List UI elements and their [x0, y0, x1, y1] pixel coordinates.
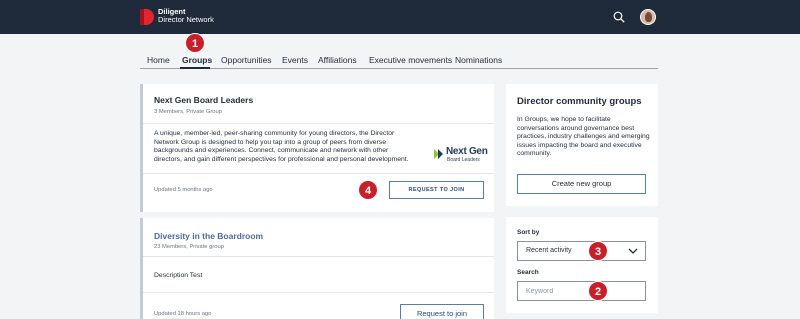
- diligent-logo-icon[interactable]: [140, 9, 154, 25]
- card-divider: [143, 123, 494, 124]
- group-updated: Updated 5 months ago: [154, 187, 213, 193]
- next-gen-logo: Next Gen Board Leaders: [434, 145, 488, 165]
- group-updated: Updated 18 hours ago: [154, 311, 212, 317]
- card-divider: [143, 256, 494, 257]
- tab-nominations[interactable]: Nominations: [455, 55, 502, 65]
- callout-badge-2: 2: [588, 281, 608, 301]
- callout-badge-1: 1: [185, 33, 205, 53]
- tab-executive-movements[interactable]: Executive movements: [369, 55, 452, 65]
- card-divider: [143, 292, 494, 293]
- group-description: A unique, member-led, peer-sharing commu…: [154, 130, 409, 163]
- request-to-join-button[interactable]: REQUEST TO JOIN: [389, 181, 484, 199]
- brand-name: Diligent Director Network: [158, 8, 214, 24]
- tab-groups[interactable]: Groups: [182, 55, 212, 65]
- user-avatar[interactable]: [640, 9, 656, 25]
- search-icon[interactable]: [613, 11, 625, 23]
- brand-line2: Director Network: [158, 15, 214, 24]
- create-new-group-button[interactable]: Create new group: [517, 174, 646, 194]
- top-bar: Diligent Director Network: [0, 0, 800, 34]
- chevron-down-icon: [628, 248, 638, 254]
- next-gen-logo-text: Next Gen: [446, 146, 488, 157]
- panel-title: Director community groups: [517, 96, 642, 107]
- group-title[interactable]: Diversity in the Boardroom: [154, 231, 263, 241]
- next-gen-logo-arrow-icon: [434, 149, 443, 159]
- callout-badge-4: 4: [358, 180, 378, 200]
- keyword-search-input[interactable]: [517, 281, 646, 301]
- callout-badge-3: 3: [588, 241, 608, 261]
- sort-label: Sort by: [517, 229, 540, 236]
- tab-home[interactable]: Home: [147, 55, 170, 65]
- group-card: Next Gen Board Leaders 3 Members, Privat…: [140, 84, 494, 212]
- active-tab-indicator: [180, 67, 210, 69]
- group-title[interactable]: Next Gen Board Leaders: [154, 95, 253, 105]
- next-gen-logo-subtext: Board Leaders: [447, 157, 480, 163]
- tab-affiliations[interactable]: Affiliations: [318, 55, 357, 65]
- groups-nav: Home Groups Opportunities Events Affilia…: [140, 52, 658, 69]
- search-label: Search: [517, 269, 539, 276]
- group-description: Description Test: [154, 272, 203, 279]
- sort-select[interactable]: Recent activity: [517, 241, 646, 261]
- community-groups-panel: Director community groups In Groups, we …: [506, 84, 658, 206]
- group-meta: 23 Members, Private group: [154, 244, 224, 250]
- request-to-join-button[interactable]: Request to join: [400, 304, 484, 319]
- card-divider: [143, 173, 494, 174]
- group-card: Diversity in the Boardroom 23 Members, P…: [140, 218, 494, 319]
- tab-events[interactable]: Events: [282, 55, 308, 65]
- sort-value: Recent activity: [526, 247, 572, 254]
- panel-description: In Groups, we hope to facilitate convers…: [517, 116, 650, 157]
- group-meta: 3 Members, Private Group: [154, 109, 222, 115]
- tab-opportunities[interactable]: Opportunities: [221, 55, 272, 65]
- filter-panel: Sort by Recent activity Search: [506, 217, 658, 313]
